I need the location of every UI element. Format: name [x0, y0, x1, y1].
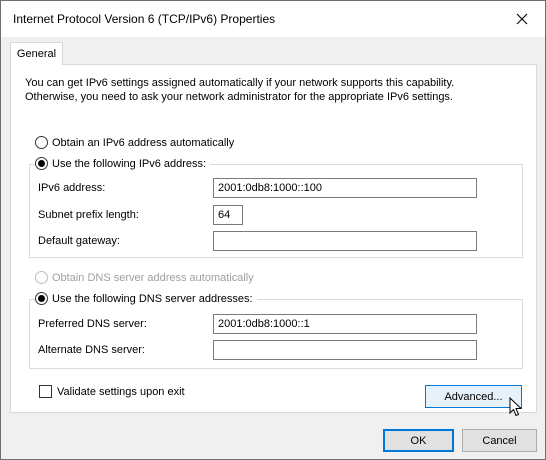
- ok-button[interactable]: OK: [383, 429, 454, 452]
- subnet-prefix-field[interactable]: 64: [213, 205, 243, 225]
- close-icon: [516, 13, 528, 25]
- radio-button-selected[interactable]: [35, 157, 48, 170]
- radio-button-selected[interactable]: [35, 292, 48, 305]
- validate-settings-checkbox[interactable]: [39, 385, 52, 398]
- window-title: Internet Protocol Version 6 (TCP/IPv6) P…: [13, 12, 276, 26]
- radio-obtain-dns-auto[interactable]: Obtain DNS server address automatically: [35, 271, 254, 284]
- preferred-dns-label: Preferred DNS server:: [38, 318, 147, 330]
- title-bar: Internet Protocol Version 6 (TCP/IPv6) P…: [1, 1, 545, 37]
- radio-button-disabled[interactable]: [35, 271, 48, 284]
- mouse-pointer-icon: [509, 397, 523, 417]
- ipv6-address-field[interactable]: 2001:0db8:1000::100: [213, 178, 477, 198]
- ipv6-address-label: IPv6 address:: [38, 182, 106, 194]
- cancel-button[interactable]: Cancel: [462, 429, 537, 452]
- radio-use-ipv6-address[interactable]: Use the following IPv6 address:: [35, 157, 211, 170]
- preferred-dns-field[interactable]: 2001:0db8:1000::1: [213, 314, 477, 334]
- default-gateway-label: Default gateway:: [38, 235, 120, 247]
- advanced-button[interactable]: Advanced...: [425, 385, 522, 408]
- radio-obtain-ipv6-auto-label: Obtain an IPv6 address automatically: [52, 136, 235, 149]
- tab-general-label: General: [16, 48, 57, 60]
- close-button[interactable]: [499, 1, 545, 37]
- alternate-dns-label: Alternate DNS server:: [38, 344, 145, 356]
- description-line-2: Otherwise, you need to ask your network …: [25, 91, 453, 103]
- description-line-1: You can get IPv6 settings assigned autom…: [25, 77, 455, 89]
- radio-obtain-ipv6-auto[interactable]: Obtain an IPv6 address automatically: [35, 136, 234, 149]
- alternate-dns-field[interactable]: [213, 340, 477, 360]
- default-gateway-field[interactable]: [213, 231, 477, 251]
- validate-settings-checkbox-row[interactable]: Validate settings upon exit: [39, 385, 185, 398]
- radio-use-ipv6-address-label: Use the following IPv6 address:: [52, 157, 207, 170]
- radio-obtain-dns-auto-label: Obtain DNS server address automatically: [52, 271, 254, 284]
- radio-button[interactable]: [35, 136, 48, 149]
- tab-general[interactable]: General: [10, 42, 63, 65]
- validate-settings-label: Validate settings upon exit: [57, 385, 185, 398]
- subnet-prefix-label: Subnet prefix length:: [38, 209, 139, 221]
- properties-dialog: Internet Protocol Version 6 (TCP/IPv6) P…: [0, 0, 546, 460]
- radio-use-dns-addresses-label: Use the following DNS server addresses:: [52, 292, 253, 305]
- description-text: You can get IPv6 settings assigned autom…: [25, 76, 454, 104]
- radio-use-dns-addresses[interactable]: Use the following DNS server addresses:: [35, 292, 257, 305]
